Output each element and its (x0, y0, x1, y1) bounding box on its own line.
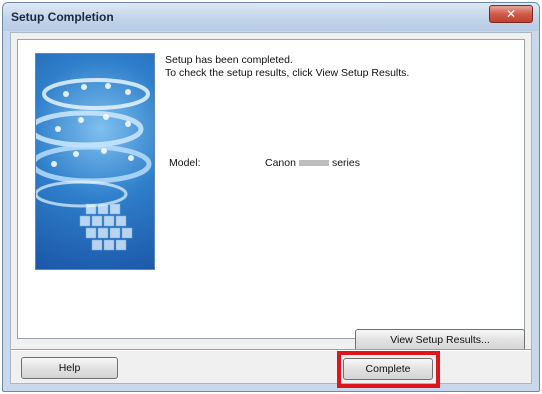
close-button[interactable]: ✕ (489, 5, 533, 23)
model-series: series (331, 157, 360, 169)
completion-message-line-2: To check the setup results, click View S… (165, 67, 410, 79)
help-button[interactable]: Help (21, 357, 118, 379)
model-brand: Canon (265, 157, 296, 169)
completion-message-line-1: Setup has been completed. (165, 54, 293, 66)
completion-message: Setup has been completed. To check the s… (165, 54, 409, 80)
complete-button[interactable]: Complete (343, 358, 433, 380)
close-icon: ✕ (505, 7, 517, 21)
window-title: Setup Completion (11, 10, 114, 24)
dialog-client-area: Setup has been completed. To check the s… (10, 32, 532, 388)
divider (11, 349, 531, 351)
title-bar[interactable]: Setup Completion ✕ (3, 3, 539, 31)
view-setup-results-button[interactable]: View Setup Results... (355, 329, 525, 351)
content-panel: Setup has been completed. To check the s… (17, 39, 525, 351)
model-name-redacted (298, 160, 329, 167)
model-label: Model: (169, 157, 201, 169)
model-value: Canon series (265, 157, 360, 169)
printer-swirl-illustration (28, 78, 152, 251)
canon-setup-banner-image (28, 53, 155, 270)
setup-completion-window: Setup Completion ✕ Setup has been comple… (2, 2, 540, 392)
